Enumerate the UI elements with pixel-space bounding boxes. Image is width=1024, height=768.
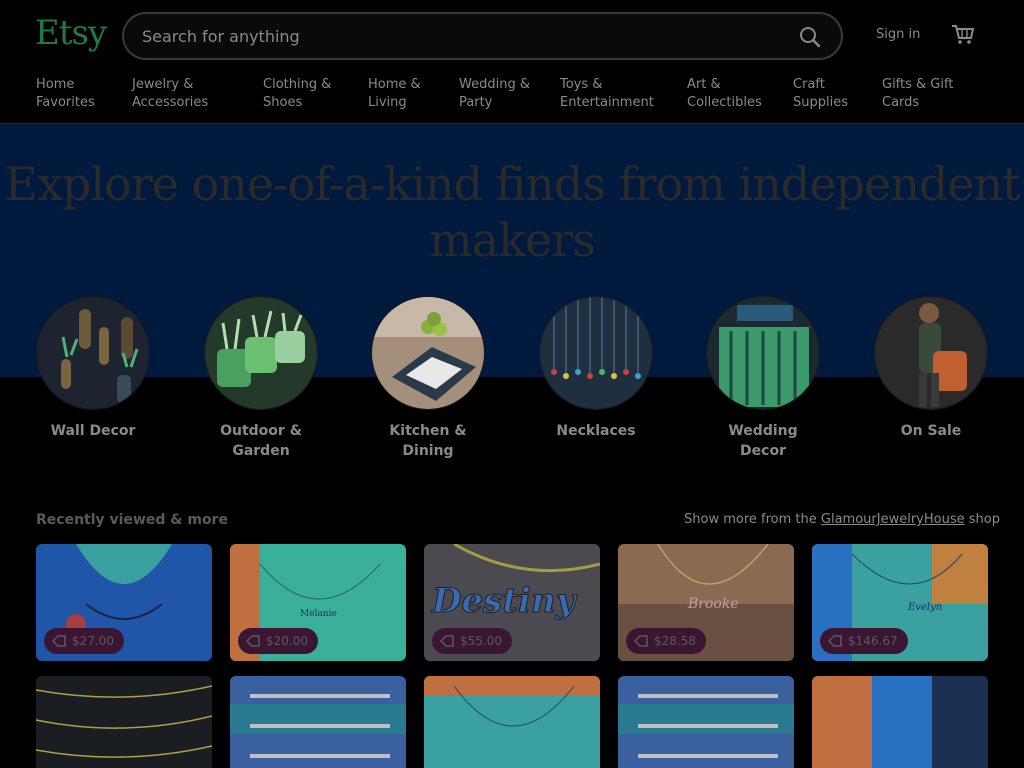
show-more-text: Show more from the GlamourJewelryHouse s…: [684, 512, 1000, 527]
category-image: [874, 296, 988, 410]
etsy-logo[interactable]: Etsy: [35, 13, 107, 53]
svg-text:Evelyn: Evelyn: [907, 602, 942, 613]
search-bar[interactable]: [122, 12, 843, 60]
product-card[interactable]: $27.00: [36, 544, 212, 661]
price-tag-icon: [440, 635, 454, 647]
nav-wedding-party[interactable]: Wedding & Party: [459, 76, 530, 112]
sign-in-link[interactable]: Sign in: [876, 27, 920, 42]
category-wedding-decor[interactable]: Wedding Decor: [683, 296, 843, 461]
category-image: [36, 296, 150, 410]
product-card[interactable]: [812, 676, 988, 768]
nav-home-living[interactable]: Home & Living: [368, 76, 421, 112]
nav-craft-supplies[interactable]: Craft Supplies: [793, 76, 848, 112]
product-card[interactable]: Evelyn $146.67: [812, 544, 988, 661]
svg-text:Melanie: Melanie: [300, 609, 337, 619]
price-badge: $146.67: [820, 628, 908, 654]
category-label: Necklaces: [556, 423, 636, 439]
shop-link[interactable]: GlamourJewelryHouse: [821, 512, 965, 527]
product-card[interactable]: Destiny $55.00: [424, 544, 600, 661]
price-badge: $28.58: [626, 628, 706, 654]
search-input[interactable]: [142, 24, 762, 48]
svg-text:Destiny: Destiny: [431, 581, 578, 621]
nav-home-favorites[interactable]: Home Favorites: [36, 76, 95, 112]
product-image: [230, 676, 406, 768]
product-image: [424, 676, 600, 768]
price-badge: $55.00: [432, 628, 512, 654]
category-nav: Home Favorites Jewelry & Accessories Cloth…: [0, 72, 1024, 124]
price-tag-icon: [246, 635, 260, 647]
category-label: Wedding Decor: [728, 423, 798, 459]
search-icon[interactable]: [799, 26, 821, 48]
category-label: On Sale: [900, 423, 962, 439]
category-label: Kitchen & Dining: [389, 423, 467, 459]
category-image: [706, 296, 820, 410]
nav-toys-entertainment[interactable]: Toys & Entertainment: [560, 76, 654, 112]
product-image: [618, 676, 794, 768]
category-image: [539, 296, 653, 410]
price-tag-icon: [52, 635, 66, 647]
product-card[interactable]: [424, 676, 600, 768]
product-card[interactable]: Melanie $20.00: [230, 544, 406, 661]
cart-icon[interactable]: [951, 23, 975, 45]
product-card[interactable]: Brooke $28.58: [618, 544, 794, 661]
price-badge: $20.00: [238, 628, 318, 654]
svg-text:Brooke: Brooke: [687, 596, 739, 612]
recently-viewed-title: Recently viewed & more: [36, 512, 228, 528]
category-wall-decor[interactable]: Wall Decor: [13, 296, 173, 441]
price-tag-icon: [828, 635, 842, 647]
hero-title: Explore one-of-a-kind finds from indepen…: [4, 157, 1020, 267]
nav-jewelry-accessories[interactable]: Jewelry & Accessories: [132, 76, 208, 112]
nav-art-collectibles[interactable]: Art & Collectibles: [687, 76, 762, 112]
category-label: Outdoor & Garden: [220, 423, 302, 459]
nav-clothing-shoes[interactable]: Clothing & Shoes: [263, 76, 331, 112]
product-card[interactable]: [618, 676, 794, 768]
site-header: Etsy Sign in: [0, 0, 1024, 72]
product-card[interactable]: [230, 676, 406, 768]
category-kitchen-dining[interactable]: Kitchen & Dining: [348, 296, 508, 461]
category-on-sale[interactable]: On Sale: [851, 296, 1011, 441]
category-image: [204, 296, 318, 410]
product-image: [36, 676, 212, 768]
price-badge: $27.00: [44, 628, 124, 654]
price-tag-icon: [634, 635, 648, 647]
product-card[interactable]: [36, 676, 212, 768]
nav-gifts-gift-cards[interactable]: Gifts & Gift Cards: [882, 76, 953, 112]
category-label: Wall Decor: [50, 423, 136, 439]
category-outdoor-garden[interactable]: Outdoor & Garden: [181, 296, 341, 461]
category-necklaces[interactable]: Necklaces: [516, 296, 676, 441]
product-image: [812, 676, 988, 768]
category-image: [371, 296, 485, 410]
